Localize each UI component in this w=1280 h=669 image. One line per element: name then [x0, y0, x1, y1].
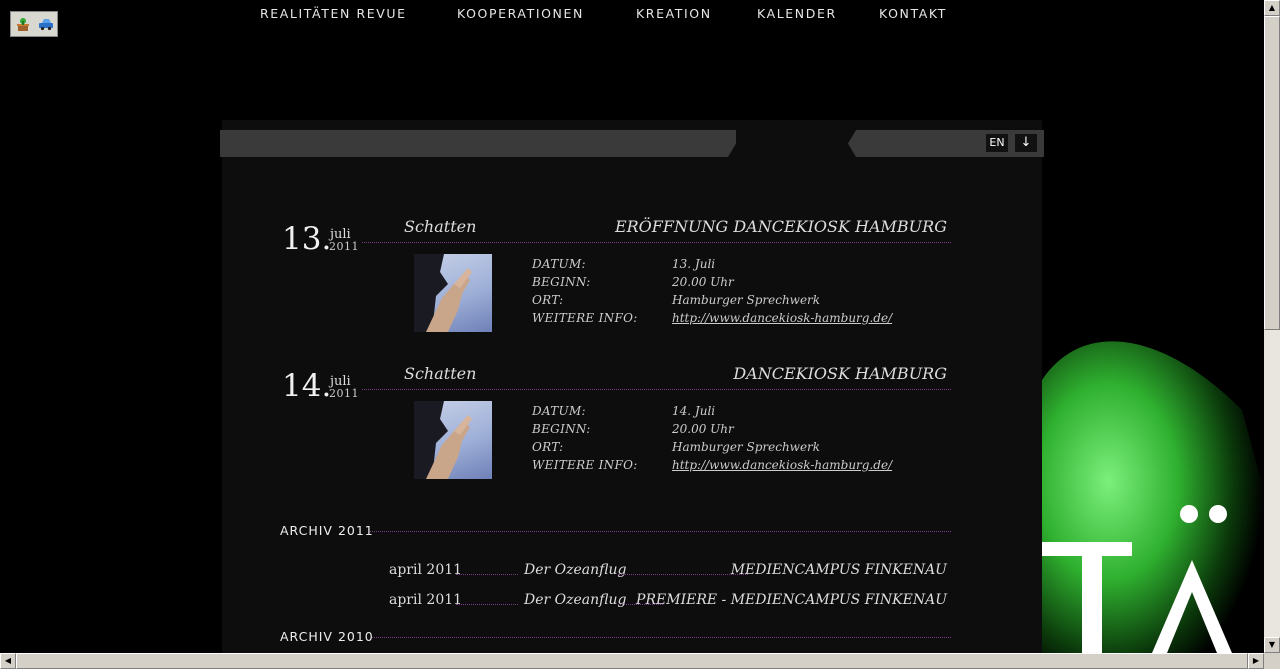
label-ort: ORT:	[532, 440, 564, 454]
label-weitere-info: WEITERE INFO:	[532, 458, 638, 472]
horizontal-scroll-thumb[interactable]	[16, 653, 1248, 669]
value-ort: Hamburger Sprechwerk	[672, 293, 821, 307]
divider	[456, 604, 518, 605]
archive-title[interactable]: Der Ozeanflug	[524, 592, 626, 608]
divider	[456, 574, 518, 575]
nav-item-kontakt[interactable]: KONTAKT	[879, 0, 947, 27]
value-ort: Hamburger Sprechwerk	[672, 440, 821, 454]
event-venue: ERÖFFNUNG DANCEKIOSK HAMBURG	[614, 217, 947, 236]
nav-active-indicator	[728, 130, 856, 157]
label-beginn: BEGINN:	[532, 422, 591, 436]
event-title[interactable]: Schatten	[404, 364, 476, 383]
divider	[370, 531, 951, 532]
browser-toolbar	[10, 11, 58, 37]
nav-item-kreation[interactable]: KREATION	[636, 0, 712, 27]
event-thumbnail[interactable]	[414, 254, 492, 332]
event-year: 2011	[329, 240, 359, 253]
archive-date: april 2011	[389, 592, 463, 608]
value-link[interactable]: http://www.dancekiosk-hamburg.de/	[672, 458, 892, 472]
language-switch-button[interactable]: EN	[986, 134, 1008, 152]
nav-item-realitaeten-revue[interactable]: REALITÄTEN REVUE	[260, 0, 407, 27]
scrollbar-corner	[1264, 653, 1280, 669]
nav-item-kalender[interactable]: KALENDER	[757, 0, 837, 27]
label-datum: DATUM:	[532, 257, 586, 271]
value-datum: 14. Juli	[672, 404, 716, 418]
value-beginn: 20.00 Uhr	[672, 422, 734, 436]
event-title[interactable]: Schatten	[404, 217, 476, 236]
divider	[372, 637, 951, 638]
arrow-down-icon[interactable]: ▼	[1264, 637, 1280, 653]
archive-venue: PREMIERE - MEDIENCAMPUS FINKENAU	[636, 592, 947, 608]
main-nav	[220, 130, 1044, 157]
arrow-up-icon[interactable]: ▲	[1264, 0, 1280, 16]
arrow-right-icon[interactable]: ▶	[1248, 653, 1264, 669]
divider	[362, 389, 951, 390]
plant-pot-icon[interactable]	[14, 15, 32, 33]
event-thumbnail[interactable]	[414, 401, 492, 479]
archive-venue: MEDIENCAMPUS FINKENAU	[730, 562, 947, 578]
divider	[618, 574, 748, 575]
label-weitere-info: WEITERE INFO:	[532, 311, 638, 325]
value-datum: 13. Juli	[672, 257, 716, 271]
archive-title[interactable]: Der Ozeanflug	[524, 562, 626, 578]
vertical-scroll-thumb[interactable]	[1264, 16, 1280, 330]
event-venue: DANCEKIOSK HAMBURG	[733, 364, 947, 383]
decorative-artwork	[1042, 300, 1264, 653]
label-beginn: BEGINN:	[532, 275, 591, 289]
arrow-down-icon[interactable]: ↓	[1015, 134, 1037, 152]
car-icon[interactable]	[37, 15, 55, 33]
value-link[interactable]: http://www.dancekiosk-hamburg.de/	[672, 311, 892, 325]
label-datum: DATUM:	[532, 404, 586, 418]
nav-item-kooperationen[interactable]: KOOPERATIONEN	[457, 0, 584, 27]
divider	[362, 242, 951, 243]
arrow-left-icon[interactable]: ◀	[0, 653, 16, 669]
event-year: 2011	[329, 387, 359, 400]
event-day: 13.	[282, 221, 332, 257]
archive-heading[interactable]: ARCHIV 2011	[280, 523, 374, 538]
event-day: 14.	[282, 368, 332, 404]
archive-heading[interactable]: ARCHIV 2010	[280, 629, 374, 644]
archive-date: april 2011	[389, 562, 463, 578]
value-beginn: 20.00 Uhr	[672, 275, 734, 289]
label-ort: ORT:	[532, 293, 564, 307]
